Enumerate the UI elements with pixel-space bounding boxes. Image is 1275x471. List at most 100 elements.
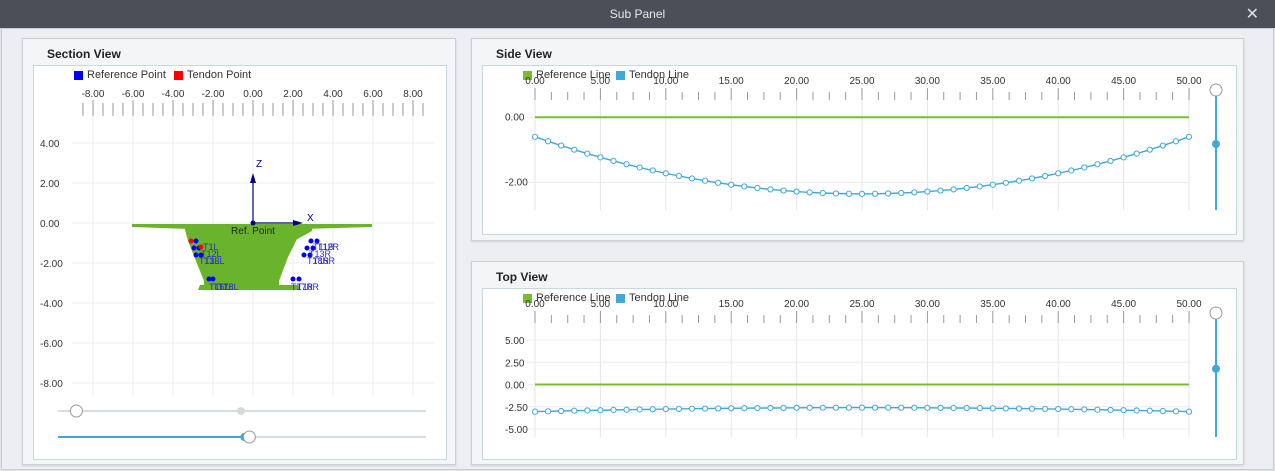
side-view-plot[interactable]: Reference Line Tendon Line 0.00 5.00 10.00… bbox=[482, 65, 1237, 235]
top-tendon-point bbox=[1120, 407, 1127, 414]
side-x-tick-label: 15.00 bbox=[719, 76, 744, 87]
side-tendon-point bbox=[806, 189, 813, 196]
top-vslider-thumb[interactable] bbox=[1209, 306, 1223, 320]
top-tendon-point bbox=[741, 405, 748, 412]
top-tendon-point bbox=[1146, 407, 1153, 414]
side-tendon-point bbox=[845, 190, 853, 197]
section-x-tick-label: -2.00 bbox=[202, 89, 225, 100]
top-tendon-point bbox=[937, 404, 944, 411]
top-y-tick-label: -2.50 bbox=[505, 403, 528, 414]
side-tendon-point bbox=[701, 177, 709, 184]
side-x-tick-label: 35.00 bbox=[980, 76, 1005, 87]
right-tendon-point bbox=[301, 252, 307, 258]
top-tendon-point bbox=[793, 404, 800, 411]
top-tendon-point bbox=[1107, 406, 1114, 414]
top-tendon-point bbox=[571, 407, 578, 414]
side-tendon-point bbox=[1094, 161, 1101, 168]
side-tendon-point bbox=[963, 184, 970, 192]
side-tendon-point bbox=[989, 181, 996, 188]
side-tendon-point bbox=[531, 133, 539, 140]
top-y-tick-label: 0.00 bbox=[505, 381, 525, 392]
side-tendon-point bbox=[584, 150, 591, 157]
top-tendon-point bbox=[819, 404, 826, 411]
close-icon[interactable]: ✕ bbox=[1246, 4, 1259, 24]
side-tendon-point bbox=[597, 154, 604, 161]
top-tendon-point bbox=[832, 404, 839, 411]
section-y-tick-label: -6.00 bbox=[40, 339, 63, 350]
side-tendon-point bbox=[1185, 133, 1193, 140]
top-tendon-point bbox=[845, 404, 853, 411]
side-tendon-point bbox=[1120, 154, 1127, 161]
section-x-tick-label: 6.00 bbox=[363, 89, 383, 100]
section-slider-2-thumb[interactable] bbox=[242, 430, 256, 444]
section-x-tick-label: -8.00 bbox=[82, 89, 105, 100]
side-tendon-point bbox=[924, 188, 931, 195]
section-y-tick-label: 2.00 bbox=[40, 179, 60, 190]
right-tendon-point bbox=[290, 276, 296, 282]
section-x-tick-label: -4.00 bbox=[162, 89, 185, 100]
side-tendon-point bbox=[911, 189, 918, 196]
top-x-tick-label: 0.00 bbox=[525, 299, 545, 310]
side-tendon-point bbox=[1081, 164, 1088, 171]
side-vslider-thumb[interactable] bbox=[1209, 83, 1223, 97]
side-x-tick-label: 5.00 bbox=[591, 76, 611, 87]
side-x-tick-label: 40.00 bbox=[1046, 76, 1071, 87]
top-vslider-marker bbox=[1212, 364, 1220, 373]
top-tendon-point bbox=[701, 405, 709, 412]
left-tendon-point bbox=[193, 238, 199, 244]
top-x-tick-label: 20.00 bbox=[784, 299, 809, 310]
top-x-tick-label: 30.00 bbox=[915, 299, 940, 310]
section-slider-1-thumb[interactable] bbox=[69, 404, 83, 418]
side-tendon-point bbox=[832, 190, 839, 197]
top-y-tick-label: 5.00 bbox=[505, 336, 525, 347]
side-tendon-point bbox=[662, 170, 669, 177]
top-view-plot[interactable]: Reference Line Tendon Line 0.00 5.00 10.00… bbox=[482, 288, 1237, 460]
side-tendon-point bbox=[675, 172, 682, 180]
side-tendon-point bbox=[780, 187, 787, 194]
top-tendon-point bbox=[597, 407, 604, 414]
side-tendon-point bbox=[871, 190, 879, 197]
section-view-canvas: -8.00 -6.00 -4.00 -2.00 0.00 2.00 4.00 6.00 8.00… bbox=[40, 89, 434, 444]
side-y-tick-label: -2.00 bbox=[505, 177, 528, 188]
ref-point-label: Ref. Point bbox=[231, 226, 275, 237]
top-x-tick-label: 35.00 bbox=[980, 299, 1005, 310]
top-x-tick-label: 15.00 bbox=[719, 299, 744, 310]
side-tendon-point bbox=[1146, 146, 1153, 153]
side-view-panel: Side View Reference Line Tendon Line 0.0… bbox=[471, 38, 1244, 241]
side-tendon-point bbox=[610, 157, 617, 165]
side-x-tick-label: 50.00 bbox=[1176, 76, 1201, 87]
top-x-tick-label: 45.00 bbox=[1111, 299, 1136, 310]
section-view-title: Section View bbox=[47, 47, 121, 61]
top-tendon-point bbox=[780, 404, 787, 411]
top-tendon-point bbox=[767, 404, 774, 412]
top-tendon-point bbox=[1185, 408, 1193, 415]
section-x-tick-label: 8.00 bbox=[403, 89, 423, 100]
section-y-tick-label: 0.00 bbox=[40, 219, 60, 230]
top-tendon-point bbox=[1002, 405, 1009, 412]
side-x-tick-label: 0.00 bbox=[525, 76, 545, 87]
top-y-tick-label: -5.00 bbox=[505, 425, 528, 436]
side-x-tick-label: 45.00 bbox=[1111, 76, 1136, 87]
side-y-tick-label: 0.00 bbox=[505, 112, 525, 123]
top-x-tick-label: 50.00 bbox=[1176, 299, 1201, 310]
section-x-tick-label: 0.00 bbox=[243, 89, 263, 100]
side-tendon-point bbox=[1028, 175, 1036, 182]
side-tendon-point bbox=[728, 181, 735, 188]
side-tendon-point bbox=[937, 187, 944, 194]
right-tendon-point bbox=[296, 276, 302, 282]
z-axis-arrowhead bbox=[250, 173, 256, 183]
side-tendon-point bbox=[544, 138, 552, 145]
section-slider-1-center-mark bbox=[237, 407, 245, 415]
side-view-canvas: 0.00 5.00 10.00 15.00 20.00 25.00 30.00 35.00 40… bbox=[505, 76, 1223, 210]
section-x-tick-label: -6.00 bbox=[122, 89, 145, 100]
title-bar: Sub Panel ✕ bbox=[0, 0, 1275, 28]
top-tendon-point bbox=[963, 404, 970, 412]
side-vslider-marker bbox=[1212, 140, 1220, 148]
side-tendon-point bbox=[1133, 150, 1140, 157]
top-tendon-point bbox=[675, 405, 682, 412]
section-y-tick-label: -2.00 bbox=[40, 259, 63, 270]
section-view-plot[interactable]: Reference Point Tendon Point -8.00 -6.00-… bbox=[33, 65, 447, 460]
side-tendon-point bbox=[1055, 170, 1062, 177]
top-tendon-point bbox=[728, 405, 735, 412]
side-tendon-point bbox=[1107, 157, 1114, 165]
